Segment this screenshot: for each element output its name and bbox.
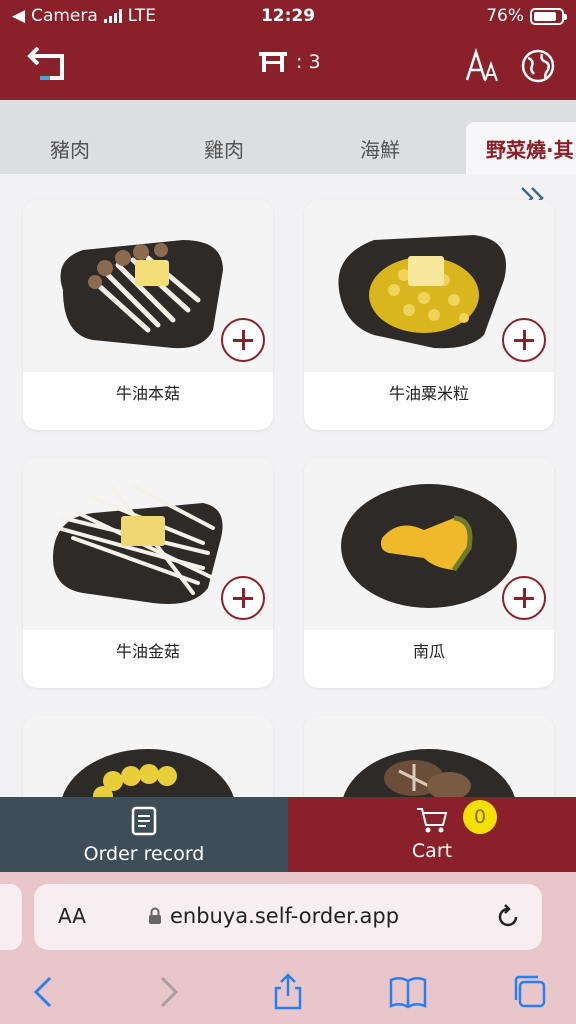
tab-chicken[interactable]: 雞肉 xyxy=(204,134,244,163)
item-name: 南瓜 xyxy=(412,642,445,661)
tab-pork[interactable]: 豬肉 xyxy=(50,134,90,163)
item-name: 牛油金菇 xyxy=(115,642,180,661)
font-size-icon[interactable] xyxy=(464,48,500,84)
category-tabs: 豬肉 雞肉 海鮮 野菜燒·其 xyxy=(0,100,576,174)
cart-button[interactable]: 0 Cart xyxy=(288,797,576,872)
menu-item-card[interactable] xyxy=(304,716,554,797)
tabs-icon[interactable] xyxy=(510,972,550,1012)
add-to-cart-button[interactable] xyxy=(502,576,546,620)
order-record-label: Order record xyxy=(83,843,205,865)
share-icon[interactable] xyxy=(268,972,308,1012)
cart-label: Cart xyxy=(411,840,453,862)
previous-tab-stub[interactable] xyxy=(0,884,22,950)
menu-item-card[interactable] xyxy=(23,716,273,797)
menu-grid: 牛油本菇 牛油粟米粒 牛油金菇 南瓜 xyxy=(0,174,576,797)
back-icon[interactable] xyxy=(26,46,68,82)
url-text: enbuya.self-order.app xyxy=(170,904,400,928)
menu-item-card[interactable]: 牛油金菇 xyxy=(23,458,273,688)
cart-icon xyxy=(417,808,448,833)
menu-item-card[interactable]: 南瓜 xyxy=(304,458,554,688)
battery-percent: 76% xyxy=(486,6,524,26)
reload-icon[interactable] xyxy=(494,903,522,931)
add-to-cart-button[interactable] xyxy=(221,318,265,362)
table-icon xyxy=(259,52,287,72)
order-record-button[interactable]: Order record xyxy=(0,797,288,872)
bookmarks-icon[interactable] xyxy=(388,972,428,1012)
table-count: : 3 xyxy=(296,51,321,73)
tab-vegetables-other[interactable]: 野菜燒·其 xyxy=(466,122,576,174)
cart-count-badge: 0 xyxy=(463,800,497,834)
language-globe-icon[interactable] xyxy=(520,48,556,84)
document-icon xyxy=(131,806,157,836)
menu-item-card[interactable]: 牛油粟米粒 xyxy=(304,200,554,430)
add-to-cart-button[interactable] xyxy=(502,318,546,362)
battery-icon xyxy=(530,7,567,25)
browser-forward-icon[interactable] xyxy=(148,972,188,1012)
food-photo xyxy=(23,716,273,797)
reader-aa-button[interactable]: AA xyxy=(58,904,86,928)
app-header: ◀ Camera LTE 12:29 76% : 3 xyxy=(0,0,576,100)
menu-item-card[interactable]: 牛油本菇 xyxy=(23,200,273,430)
address-bar[interactable]: AA enbuya.self-order.app xyxy=(34,884,542,950)
food-photo xyxy=(304,716,554,797)
table-indicator: : 3 xyxy=(258,50,321,74)
bottom-action-bar: Order record 0 Cart xyxy=(0,797,576,872)
item-name: 牛油粟米粒 xyxy=(388,384,469,403)
browser-back-icon[interactable] xyxy=(24,972,64,1012)
item-name: 牛油本菇 xyxy=(115,384,180,403)
browser-chrome: AA enbuya.self-order.app xyxy=(0,872,576,1024)
add-to-cart-button[interactable] xyxy=(221,576,265,620)
tab-seafood[interactable]: 海鮮 xyxy=(360,134,400,163)
status-bar: ◀ Camera LTE 12:29 76% xyxy=(0,0,576,32)
lock-icon xyxy=(149,907,161,924)
